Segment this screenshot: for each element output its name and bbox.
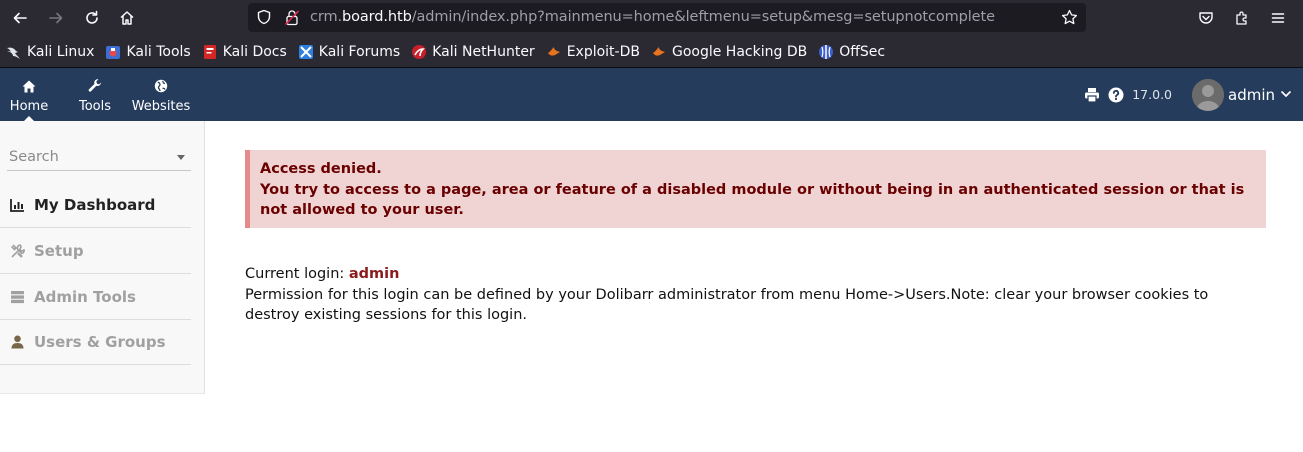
kali-tools-icon: [105, 44, 121, 60]
pocket-button[interactable]: [1188, 0, 1224, 36]
user-name[interactable]: admin: [1228, 86, 1275, 104]
browser-toolbar: crm.board.htb/admin/index.php?mainmenu=h…: [0, 0, 1303, 36]
exploit-db-icon: [546, 44, 562, 60]
printer-icon[interactable]: [1084, 87, 1100, 103]
forward-button[interactable]: [38, 0, 74, 36]
bookmark-label: Kali Linux: [27, 43, 95, 60]
login-info: Current login: admin Permission for this…: [245, 264, 1266, 326]
server-icon: [9, 289, 25, 305]
alert-title: Access denied.: [260, 161, 382, 177]
offsec-icon: [818, 44, 834, 60]
topnav-home-label: Home: [9, 99, 49, 114]
reload-button[interactable]: [74, 0, 110, 36]
bookmark-offsec[interactable]: OffSec: [818, 44, 885, 60]
current-login-line: Current login: admin: [245, 264, 1266, 285]
bookmark-label: Exploit-DB: [566, 43, 640, 60]
bookmark-label: Kali Tools: [126, 43, 191, 60]
search-select[interactable]: Search: [7, 143, 191, 171]
pocket-icon: [1199, 12, 1213, 24]
main-area: Search My Dashboard Setup Admin Tools Us…: [0, 121, 1303, 452]
chevron-down-icon[interactable]: [1281, 91, 1291, 98]
bookmark-kali-tools[interactable]: Kali Tools: [105, 43, 191, 60]
bookmark-star-icon[interactable]: [1061, 9, 1078, 26]
search-placeholder: Search: [9, 148, 59, 165]
url-path: /admin/index.php?mainmenu=home&leftmenu=…: [411, 9, 995, 25]
user-silhouette-icon: [1192, 78, 1224, 111]
bookmark-kali-nethunter[interactable]: Kali NetHunter: [411, 43, 535, 60]
sidebar-item-users-groups[interactable]: Users & Groups: [0, 320, 191, 365]
tools-icon: [9, 243, 25, 259]
reload-icon: [86, 10, 98, 24]
bookmarks-bar: Kali Linux Kali Tools Kali Docs Kali For…: [0, 36, 1303, 68]
sidebar-item-label: My Dashboard: [34, 196, 156, 214]
kali-forums-icon: [298, 44, 314, 60]
bookmark-label: Google Hacking DB: [671, 43, 808, 60]
shield-icon[interactable]: [256, 9, 272, 25]
nethunter-icon: [411, 44, 427, 60]
topnav-tools[interactable]: Tools: [75, 68, 115, 121]
app-menu-button[interactable]: [1260, 0, 1296, 36]
alert-message: You try to access to a page, area or fea…: [260, 181, 1245, 219]
bookmark-label: OffSec: [839, 43, 886, 60]
bookmark-google-hacking-db[interactable]: Google Hacking DB: [651, 44, 807, 60]
home-icon: [22, 79, 36, 93]
help-icon[interactable]: [1108, 87, 1124, 103]
kali-dragon-icon: [6, 44, 22, 60]
topnav-home[interactable]: Home: [7, 68, 51, 122]
back-button[interactable]: [2, 0, 38, 36]
topnav-websites-label: Websites: [131, 99, 191, 114]
url-bar[interactable]: crm.board.htb/admin/index.php?mainmenu=h…: [248, 3, 1086, 32]
bookmark-kali-forums[interactable]: Kali Forums: [298, 44, 400, 60]
globe-icon: [154, 79, 168, 93]
content-area: Access denied. You try to access to a pa…: [245, 150, 1266, 326]
url-text[interactable]: crm.board.htb/admin/index.php?mainmenu=h…: [310, 9, 995, 25]
dropdown-arrow-icon[interactable]: [177, 155, 185, 160]
app-topbar: Home Tools Websites 17.0.0 admin: [0, 68, 1303, 122]
permission-note: Permission for this login can be defined…: [245, 286, 1209, 324]
sidebar-item-label: Users & Groups: [34, 333, 166, 351]
chart-icon: [9, 197, 25, 213]
sidebar-item-label: Admin Tools: [34, 288, 136, 306]
version-label: 17.0.0: [1132, 87, 1172, 102]
home-icon: [120, 11, 134, 25]
arrow-left-icon: [13, 12, 27, 24]
avatar[interactable]: [1192, 78, 1224, 111]
topnav-tools-label: Tools: [78, 99, 112, 114]
puzzle-icon: [1236, 11, 1247, 25]
bookmark-exploit-db[interactable]: Exploit-DB: [546, 44, 640, 60]
url-prefix: crm.: [310, 9, 343, 25]
sidebar-item-label: Setup: [34, 242, 84, 260]
wrench-icon: [88, 79, 102, 93]
bookmark-label: Kali NetHunter: [432, 43, 535, 60]
ghdb-icon: [651, 44, 667, 60]
bookmark-kali-linux[interactable]: Kali Linux: [6, 44, 94, 60]
sidebar-item-setup[interactable]: Setup: [0, 229, 191, 274]
sidebar-item-admin-tools[interactable]: Admin Tools: [0, 275, 191, 320]
current-login-value: admin: [348, 266, 400, 282]
bookmark-label: Kali Forums: [318, 43, 401, 60]
access-denied-alert: Access denied. You try to access to a pa…: [245, 150, 1266, 228]
sidebar-item-my-dashboard[interactable]: My Dashboard: [0, 183, 191, 228]
user-icon: [9, 334, 25, 350]
bookmark-label: Kali Docs: [222, 43, 287, 60]
insecure-lock-icon[interactable]: [284, 9, 300, 26]
topbar-right: 17.0.0 admin: [1084, 68, 1303, 121]
home-button[interactable]: [109, 0, 145, 36]
left-sidebar: Search My Dashboard Setup Admin Tools Us…: [0, 121, 205, 394]
extensions-button[interactable]: [1224, 0, 1260, 36]
kali-docs-icon: [202, 44, 218, 60]
current-login-label: Current login:: [245, 266, 345, 282]
hamburger-icon: [1271, 13, 1285, 23]
topnav-websites[interactable]: Websites: [132, 68, 190, 121]
bookmark-kali-docs[interactable]: Kali Docs: [202, 44, 287, 60]
arrow-right-icon: [49, 12, 63, 24]
url-domain: board.htb: [342, 9, 412, 25]
